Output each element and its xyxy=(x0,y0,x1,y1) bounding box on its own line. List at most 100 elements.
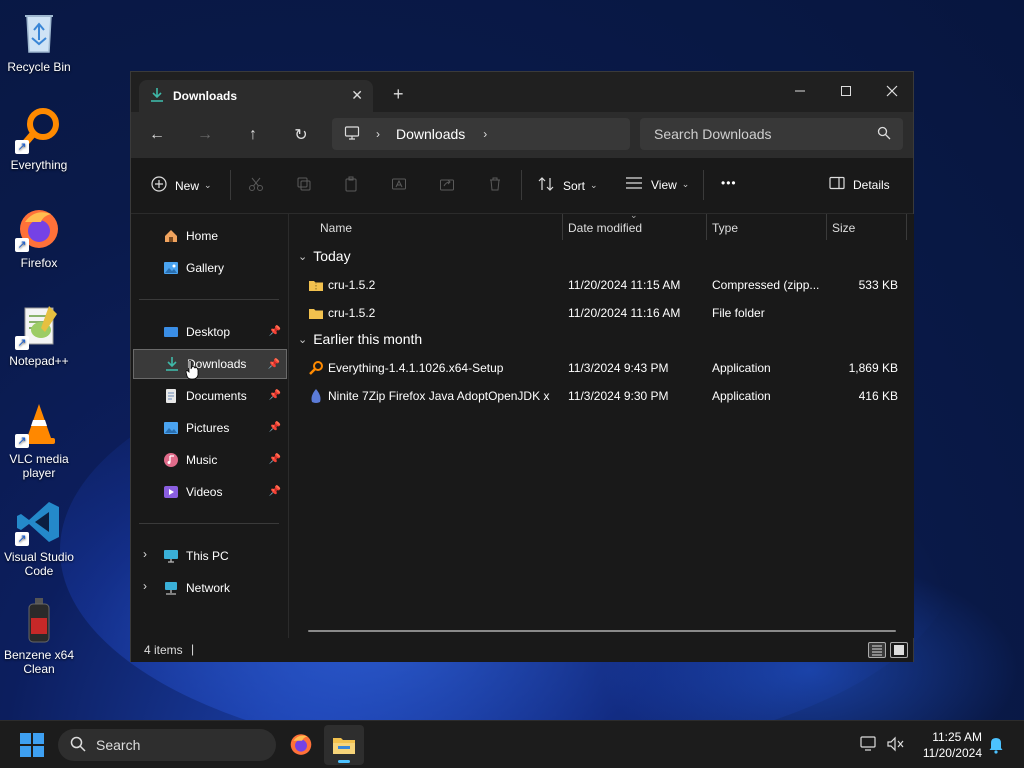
desktop-icon-label: Benzene x64 Clean xyxy=(3,648,75,676)
desktop-icon-notepadpp[interactable]: ↗ Notepad++ xyxy=(0,302,78,368)
table-row[interactable]: Everything-1.4.1.1026.x64-Setup 11/3/202… xyxy=(290,354,910,382)
paste-button[interactable] xyxy=(343,176,359,195)
notepadpp-icon: ↗ xyxy=(15,302,63,350)
taskbar-search[interactable]: Search xyxy=(58,729,276,761)
tab-close-icon[interactable]: ✕ xyxy=(351,87,363,104)
desktop-icon-vscode[interactable]: ↗ Visual Studio Code xyxy=(0,498,78,578)
column-divider[interactable] xyxy=(562,214,563,240)
pin-icon[interactable]: 📌 xyxy=(269,390,281,401)
nav-item-label: Network xyxy=(186,581,231,595)
rename-button[interactable] xyxy=(391,176,407,195)
breadcrumb-chevron-icon[interactable]: › xyxy=(483,127,487,141)
nav-item-this-pc[interactable]: This PC xyxy=(133,541,287,571)
shortcut-arrow-icon: ↗ xyxy=(15,434,29,448)
column-header-date-modified[interactable]: Date modified xyxy=(568,214,642,242)
pin-icon[interactable]: 📌 xyxy=(268,359,280,370)
column-divider[interactable] xyxy=(706,214,707,240)
network-status-icon[interactable] xyxy=(860,736,878,755)
videos-icon xyxy=(163,484,179,500)
address-toolbar: ← → ↑ ↻ › Downloads › Search Downloads xyxy=(131,112,913,158)
share-button[interactable] xyxy=(439,176,455,195)
pin-icon[interactable]: 📌 xyxy=(269,486,281,497)
group-header-earlier-this-month[interactable]: ⌄ Earlier this month xyxy=(298,331,422,347)
details-label: Details xyxy=(853,177,890,192)
view-label: View xyxy=(651,177,677,192)
desktop-icon-everything[interactable]: ↗ Everything xyxy=(0,106,78,172)
table-row[interactable]: cru-1.5.2 11/20/2024 11:16 AM File folde… xyxy=(290,299,910,327)
clock-date: 11/20/2024 xyxy=(922,746,982,760)
notification-bell-icon[interactable] xyxy=(988,736,1004,757)
nav-item-label: Gallery xyxy=(186,261,225,275)
new-button[interactable]: New ⌄ xyxy=(151,176,212,195)
column-header-name[interactable]: Name xyxy=(320,214,352,242)
title-bar: Downloads ✕ + xyxy=(131,72,913,112)
delete-button[interactable] xyxy=(487,176,503,195)
file-list: Name ⌄ Date modified Type Size ⌄ Today c… xyxy=(290,210,914,638)
more-options-button[interactable]: ••• xyxy=(721,176,737,190)
nav-item-gallery[interactable]: Gallery xyxy=(133,253,287,283)
column-divider[interactable] xyxy=(906,214,907,240)
nav-item-pictures[interactable]: Pictures 📌 xyxy=(133,413,287,443)
taskbar-firefox-button[interactable] xyxy=(288,731,314,760)
desktop-icon-vlc[interactable]: ↗ VLC media player xyxy=(0,400,78,480)
nav-item-label: Documents xyxy=(186,389,247,403)
column-header-size[interactable]: Size xyxy=(832,214,855,242)
horizontal-scrollbar[interactable] xyxy=(308,630,896,632)
pin-icon[interactable]: 📌 xyxy=(269,422,281,433)
trash-icon xyxy=(487,176,503,195)
desktop-icon-firefox[interactable]: ↗ Firefox xyxy=(0,204,78,270)
volume-muted-icon[interactable] xyxy=(886,736,904,755)
nav-item-label: Music xyxy=(186,453,218,467)
minimize-button[interactable] xyxy=(777,76,823,106)
maximize-button[interactable] xyxy=(823,76,869,106)
recycle-bin-icon xyxy=(15,8,63,56)
view-button[interactable]: View ⌄ xyxy=(625,176,689,193)
close-button[interactable] xyxy=(869,76,915,106)
copy-button[interactable] xyxy=(296,176,312,195)
tab-downloads[interactable]: Downloads ✕ xyxy=(139,80,373,112)
cut-button[interactable] xyxy=(248,176,264,195)
documents-icon xyxy=(163,388,179,404)
breadcrumb-chevron-icon[interactable]: › xyxy=(376,127,380,141)
nav-item-music[interactable]: Music 📌 xyxy=(133,445,287,475)
shortcut-arrow-icon: ↗ xyxy=(15,238,29,252)
refresh-button[interactable]: ↻ xyxy=(289,124,313,146)
taskbar-file-explorer-button[interactable] xyxy=(324,725,364,765)
pin-icon[interactable]: 📌 xyxy=(269,454,281,465)
sort-button[interactable]: Sort ⌄ xyxy=(537,176,598,195)
nav-item-label: Videos xyxy=(186,485,223,499)
nav-item-videos[interactable]: Videos 📌 xyxy=(133,477,287,507)
search-box[interactable]: Search Downloads xyxy=(640,118,903,150)
desktop-icon-label: Notepad++ xyxy=(9,354,69,368)
details-view-toggle[interactable] xyxy=(868,642,886,658)
system-clock[interactable]: 11:25 AM 11/20/2024 xyxy=(923,729,982,761)
details-button[interactable]: Details xyxy=(829,176,890,193)
breadcrumb-downloads[interactable]: Downloads xyxy=(396,126,465,142)
pin-icon[interactable]: 📌 xyxy=(269,326,281,337)
desktop-icon-benzene[interactable]: Benzene x64 Clean xyxy=(0,596,78,676)
taskbar: Search 11:25 AM 11/20/2024 xyxy=(0,720,1024,768)
nav-item-desktop[interactable]: Desktop 📌 xyxy=(133,317,287,347)
new-tab-button[interactable]: + xyxy=(393,84,404,105)
column-divider[interactable] xyxy=(826,214,827,240)
nav-item-documents[interactable]: Documents 📌 xyxy=(133,381,287,411)
table-row[interactable]: Ninite 7Zip Firefox Java AdoptOpenJDK x.… xyxy=(290,382,910,410)
column-header-type[interactable]: Type xyxy=(712,214,738,242)
nav-item-downloads[interactable]: Downloads 📌 xyxy=(133,349,287,379)
table-row[interactable]: cru-1.5.2 11/20/2024 11:15 AM Compressed… xyxy=(290,271,910,299)
group-header-today[interactable]: ⌄ Today xyxy=(298,248,351,264)
file-type: Application xyxy=(712,361,771,375)
forward-button[interactable]: → xyxy=(193,124,217,146)
nav-item-home[interactable]: Home xyxy=(133,221,287,251)
vscode-icon: ↗ xyxy=(15,498,63,546)
shortcut-arrow-icon: ↗ xyxy=(15,532,29,546)
back-button[interactable]: ← xyxy=(145,124,169,146)
start-button[interactable] xyxy=(20,733,44,760)
desktop-icon-recycle-bin[interactable]: Recycle Bin xyxy=(0,8,78,74)
address-bar[interactable]: › Downloads › xyxy=(332,118,630,150)
nav-item-network[interactable]: Network xyxy=(133,573,287,603)
up-button[interactable]: ↑ xyxy=(241,124,265,146)
desktop-icon-label: Visual Studio Code xyxy=(4,550,74,578)
details-pane-icon xyxy=(829,176,845,193)
tiles-view-toggle[interactable] xyxy=(890,642,908,658)
